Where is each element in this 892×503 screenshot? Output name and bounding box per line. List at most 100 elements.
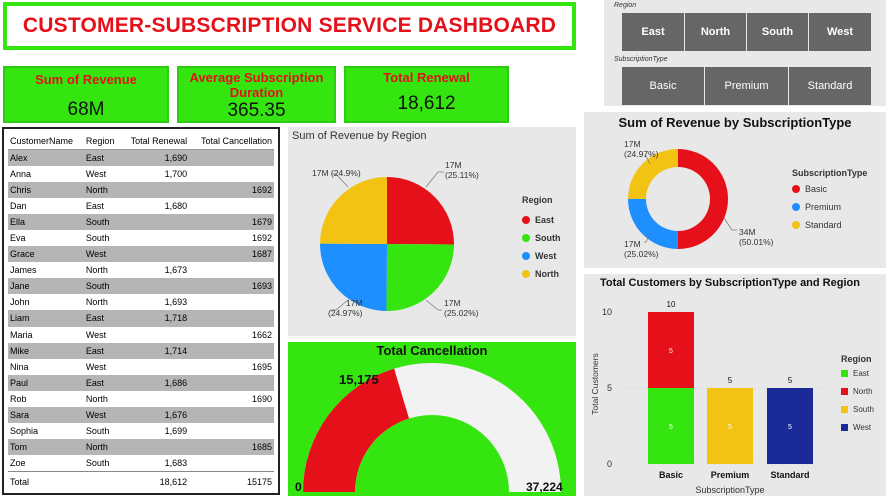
- cell-customer: Rob: [10, 393, 27, 404]
- table-row[interactable]: Alex East 1,690: [8, 149, 274, 166]
- col-header-renewal[interactable]: Total Renewal: [120, 134, 190, 150]
- cell-region: North: [83, 439, 121, 456]
- table-row[interactable]: Anna West 1,700: [8, 166, 274, 182]
- cell-renewal: [120, 439, 190, 456]
- cell-cancellation: 1695: [251, 361, 272, 372]
- kpi-duration-label: Average Subscription Duration: [189, 70, 324, 100]
- bar-segment-label: 5: [728, 424, 732, 431]
- table-row[interactable]: Paul East 1,686: [8, 374, 274, 391]
- cell-customer: Jane: [8, 278, 84, 295]
- table-row[interactable]: Rob North 1690: [8, 391, 274, 407]
- cell-cancellation: [189, 166, 274, 182]
- region-pie-slice-east: [387, 177, 454, 245]
- table-row[interactable]: Liam East 1,718: [8, 310, 274, 327]
- cell-region: South: [85, 426, 110, 437]
- table-row[interactable]: Zoe South 1,683: [8, 455, 274, 471]
- dashboard-title: CUSTOMER-SUBSCRIPTION SERVICE DASHBOARD: [22, 14, 557, 37]
- table-row[interactable]: Jane South 1693: [8, 278, 274, 295]
- legend-label-east: East: [535, 215, 555, 225]
- table-row[interactable]: Maria West 1662: [8, 327, 274, 343]
- legend-item-south[interactable]: South: [522, 233, 561, 243]
- gauge-value-label: 15,175: [339, 372, 379, 387]
- legend-item-north[interactable]: North: [522, 269, 559, 279]
- bar-legend-west[interactable]: West: [841, 423, 871, 432]
- table-row[interactable]: Nina West 1695: [8, 359, 274, 375]
- cell-customer: Sara: [8, 407, 84, 424]
- region-pie-label-north: 17M (24.9%): [312, 168, 361, 178]
- bar-segment-label: 5: [669, 424, 673, 431]
- region-slicer-label: Region: [614, 2, 637, 9]
- total-label: Total: [8, 470, 84, 492]
- cancellation-gauge: [303, 363, 561, 492]
- slicer-region-west[interactable]: West: [809, 13, 872, 51]
- legend-item-east[interactable]: East: [522, 215, 554, 225]
- table-row[interactable]: Dan East 1,680: [8, 198, 274, 214]
- region-pie-label-south: 17M (25.02%): [444, 298, 479, 318]
- cell-renewal: 1,686: [120, 374, 190, 391]
- slicer-subtype-standard[interactable]: Standard: [789, 67, 872, 105]
- kpi-revenue: Sum of Revenue 68M: [3, 66, 169, 123]
- total-region: [83, 470, 121, 492]
- legend-item-premium[interactable]: Premium: [792, 202, 841, 212]
- bar-legend-south[interactable]: South: [841, 405, 874, 414]
- legend-label-basic: Basic: [805, 184, 828, 194]
- bar-y-tick: 0: [607, 459, 612, 469]
- slicer-region-north[interactable]: North: [685, 13, 747, 51]
- legend-item-basic[interactable]: Basic: [792, 184, 827, 194]
- legend-item-standard[interactable]: Standard: [792, 220, 842, 230]
- cell-renewal: 1,673: [164, 265, 188, 276]
- region-pie-label-west: 17M (24.97%): [328, 298, 363, 318]
- cell-customer: Liam: [8, 310, 84, 327]
- bar-legend-east[interactable]: East: [841, 369, 869, 378]
- table-row[interactable]: Mike East 1,714: [8, 342, 274, 359]
- bar-segment-label: 5: [669, 348, 673, 355]
- slicer-subtype-basic[interactable]: Basic: [622, 67, 705, 105]
- cell-region: South: [83, 278, 121, 295]
- cell-region: West: [83, 246, 121, 263]
- col-header-region[interactable]: Region: [83, 134, 121, 150]
- table-row[interactable]: Grace West 1687: [8, 246, 274, 263]
- table-row[interactable]: Sara West 1,676: [8, 407, 274, 424]
- cell-region: East: [83, 374, 121, 391]
- cell-renewal: 1,680: [164, 200, 188, 211]
- bar-legend-swatch-west: [841, 424, 848, 431]
- cell-customer: Zoe: [10, 458, 26, 469]
- slicer-subtype-premium[interactable]: Premium: [705, 67, 789, 105]
- bar-legend-label-east: East: [853, 369, 870, 378]
- table-row[interactable]: Chris North 1692: [8, 181, 274, 198]
- region-pie-legend-title: Region: [522, 195, 553, 205]
- legend-label-north: North: [535, 269, 559, 279]
- cell-renewal: [120, 213, 190, 230]
- cell-cancellation: [189, 455, 274, 471]
- slicer-region-east[interactable]: East: [622, 13, 685, 51]
- bar-segment-label: 5: [788, 424, 792, 431]
- cell-renewal: [120, 181, 190, 198]
- bar-legend-north[interactable]: North: [841, 387, 873, 396]
- slicer-region-south[interactable]: South: [747, 13, 809, 51]
- table-row[interactable]: James North 1,673: [8, 262, 274, 278]
- cell-customer: Eva: [10, 233, 26, 244]
- cell-customer: Grace: [8, 246, 84, 263]
- table-row[interactable]: John North 1,693: [8, 294, 274, 310]
- cell-region: South: [85, 458, 110, 469]
- table-row[interactable]: Sophia South 1,699: [8, 423, 274, 439]
- cell-cancellation: [189, 198, 274, 214]
- cell-renewal: 1,676: [120, 407, 190, 424]
- bar-x-tick: Standard: [770, 470, 809, 480]
- kpi-revenue-value: 68M: [67, 99, 105, 120]
- table-row[interactable]: Eva South 1692: [8, 230, 274, 246]
- col-header-customer[interactable]: CustomerName: [8, 134, 84, 150]
- table-row[interactable]: Tom North 1685: [8, 439, 274, 456]
- legend-dot-west: [522, 252, 530, 260]
- bar-legend-label-north: North: [853, 387, 873, 396]
- legend-dot-standard: [792, 221, 800, 229]
- cell-region: North: [85, 297, 108, 308]
- cell-region: West: [85, 168, 107, 179]
- cell-renewal: [120, 246, 190, 263]
- cell-cancellation: 1692: [189, 181, 274, 198]
- table-row[interactable]: Ella South 1679: [8, 213, 274, 230]
- col-header-cancellation[interactable]: Total Cancellation: [189, 134, 274, 150]
- legend-item-west[interactable]: West: [522, 251, 556, 261]
- donut-legend-title: SubscriptionType: [792, 168, 868, 178]
- total-renewal: 18,612: [120, 470, 190, 492]
